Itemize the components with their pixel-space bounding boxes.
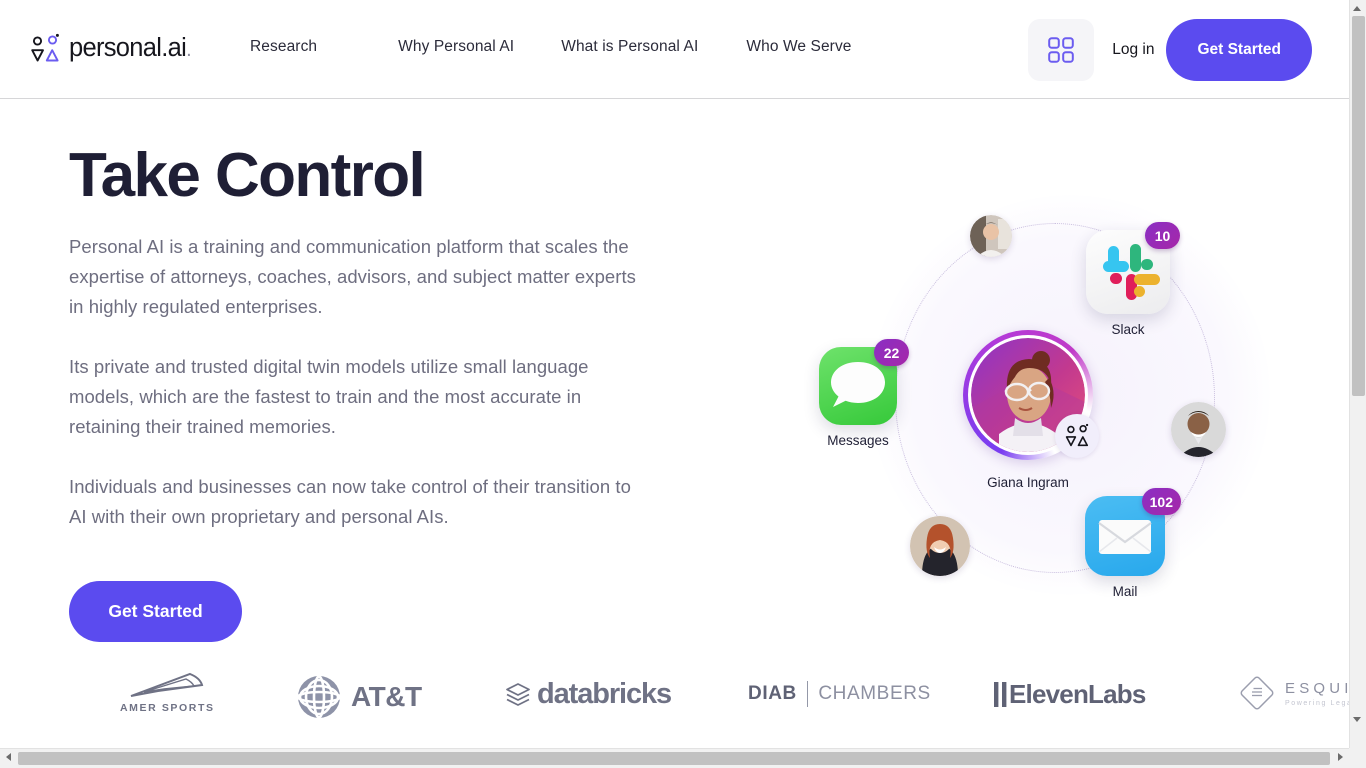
- scrollbar-corner: [1349, 748, 1366, 768]
- apps-grid-button[interactable]: [1028, 19, 1095, 81]
- partner-logo-databricks: databricks: [505, 678, 672, 711]
- avatar: [1171, 402, 1226, 457]
- profile-personal-ai-badge: [1055, 414, 1099, 458]
- logo-wordmark: personal.ai.: [69, 34, 192, 63]
- app-label-mail: Mail: [1112, 584, 1138, 599]
- logo-wordmark-tail: .: [186, 39, 192, 62]
- nav-item-why-personal-ai[interactable]: Why Personal AI: [398, 38, 514, 56]
- att-globe-icon: [296, 675, 342, 719]
- personal-ai-mark-icon: [31, 33, 59, 62]
- elevenlabs-bars-icon: [994, 682, 1007, 707]
- main-navigation: Research Why Personal AI What is Persona…: [250, 38, 852, 56]
- app-label-slack: Slack: [1111, 322, 1145, 337]
- mail-badge: 102: [1141, 488, 1181, 515]
- horizontal-scrollbar-thumb[interactable]: [18, 752, 1330, 765]
- network-diagram: 10 Slack 22 Messages 102 Mail Giana Ingr…: [800, 165, 1300, 645]
- messages-badge: 22: [874, 339, 909, 366]
- partner-logo-text: ESQUIRE: [1285, 679, 1349, 697]
- scroll-right-arrow-icon[interactable]: [1338, 753, 1343, 761]
- hero-paragraph-1: Personal AI is a training and communicat…: [69, 235, 636, 317]
- center-profile-node[interactable]: Giana Ingram: [963, 330, 1099, 490]
- nav-item-research[interactable]: Research: [250, 38, 317, 56]
- avatar-icon: [910, 516, 970, 576]
- contact-node-top[interactable]: [970, 215, 1012, 257]
- browser-viewport: personal.ai. Research Why Personal AI Wh…: [0, 0, 1366, 768]
- app-node-messages[interactable]: 22 Messages: [819, 339, 909, 448]
- partner-logo-att: AT&T: [296, 674, 422, 720]
- get-started-header-button[interactable]: Get Started: [1166, 19, 1312, 81]
- slack-badge: 10: [1145, 222, 1180, 249]
- partner-logo-text: AT&T: [351, 681, 422, 712]
- partner-logo-text: databricks: [537, 678, 672, 710]
- vertical-scrollbar-thumb[interactable]: [1352, 16, 1365, 396]
- header-actions: Log in Get Started: [1028, 19, 1312, 81]
- esquire-diamond-icon: [1240, 676, 1274, 710]
- avatar: [970, 215, 1012, 257]
- logo-wordmark-text: personal.ai: [69, 34, 187, 63]
- app-label-messages: Messages: [827, 433, 889, 448]
- page-content: personal.ai. Research Why Personal AI Wh…: [0, 0, 1349, 748]
- avatar-icon: [970, 215, 1012, 257]
- databricks-icon: [506, 682, 530, 706]
- hero-copy: Take Control Personal AI is a training a…: [69, 141, 649, 532]
- avatar-icon: [1171, 402, 1226, 457]
- partner-logo-diab-chambers: DIAB CHAMBERS: [748, 681, 931, 707]
- apps-grid-icon: [1048, 37, 1075, 63]
- partner-logo-text: ElevenLabs: [1009, 679, 1146, 709]
- get-started-hero-button[interactable]: Get Started: [69, 581, 242, 642]
- partner-logos: AMER SPORTS AT&T databricks DIAB CHAMBER…: [0, 660, 1349, 726]
- amer-sports-icon: [130, 672, 204, 697]
- login-link[interactable]: Log in: [1112, 41, 1154, 59]
- messages-tile: 22: [819, 339, 909, 425]
- hero-paragraph-3: Individuals and businesses can now take …: [69, 475, 631, 527]
- mail-tile: 102: [1085, 488, 1181, 576]
- partner-logo-elevenlabs: ElevenLabs: [993, 679, 1146, 710]
- app-node-slack[interactable]: 10 Slack: [1086, 222, 1180, 337]
- hero-paragraph-2: Its private and trusted digital twin mod…: [69, 355, 589, 437]
- partner-logo-tagline: Powering Legal: [1285, 699, 1349, 707]
- partner-logo-text: DIAB: [748, 683, 797, 704]
- site-header: personal.ai. Research Why Personal AI Wh…: [0, 0, 1349, 99]
- scroll-up-arrow-icon[interactable]: [1353, 6, 1361, 11]
- vertical-scrollbar[interactable]: [1349, 0, 1366, 748]
- contact-node-right[interactable]: [1171, 402, 1226, 457]
- contact-node-bottom[interactable]: [910, 516, 970, 576]
- horizontal-scrollbar[interactable]: [0, 748, 1366, 768]
- partner-logo-esquire: ESQUIRE Powering Legal: [1240, 676, 1349, 710]
- scroll-left-arrow-icon[interactable]: [6, 753, 11, 761]
- scroll-down-arrow-icon[interactable]: [1353, 717, 1361, 722]
- slack-tile: 10: [1086, 222, 1180, 314]
- avatar: [910, 516, 970, 576]
- center-profile-name: Giana Ingram: [987, 475, 1069, 490]
- page-title: Take Control: [69, 141, 426, 210]
- nav-item-who-we-serve[interactable]: Who We Serve: [746, 38, 851, 56]
- personal-ai-mark-icon: [1065, 423, 1089, 447]
- partner-logo-text-secondary: CHAMBERS: [818, 683, 931, 704]
- partner-logo-divider: [806, 681, 809, 707]
- app-node-mail[interactable]: 102 Mail: [1085, 488, 1181, 599]
- site-logo[interactable]: personal.ai.: [30, 33, 192, 65]
- partner-logo-text: AMER SPORTS: [120, 702, 215, 714]
- nav-item-what-is-personal-ai[interactable]: What is Personal AI: [561, 38, 698, 56]
- partner-logo-amer-sports: AMER SPORTS: [120, 672, 215, 714]
